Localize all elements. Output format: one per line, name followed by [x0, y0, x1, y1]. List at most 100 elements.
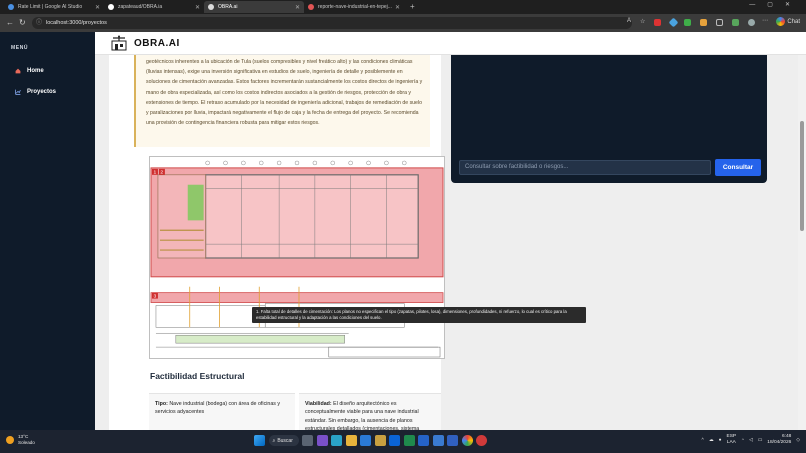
- extension-diamond-icon[interactable]: [668, 17, 679, 28]
- clock[interactable]: 6:48 18/04/2026: [767, 434, 791, 446]
- battery-icon[interactable]: ▭: [758, 438, 763, 443]
- windows-start-icon[interactable]: [254, 435, 265, 446]
- chat-panel: Consultar sobre factibilidad o riesgos..…: [451, 55, 767, 183]
- tab-obra-ai[interactable]: OBRA.ai ✕: [204, 1, 304, 13]
- chat-label: Chat: [787, 18, 800, 25]
- app-page: MENÚ Home Proyectos OBRA.AI geotécnicos …: [0, 32, 806, 430]
- copilot-app-icon[interactable]: [316, 435, 328, 446]
- pdf-favicon-icon: [308, 4, 314, 10]
- financial-risk-note: geotécnicos inherentes a la ubicación de…: [134, 55, 430, 147]
- sidebar: MENÚ Home Proyectos: [0, 32, 95, 430]
- read-aloud-icon[interactable]: A: [627, 18, 634, 25]
- viabilidad-label: Viabilidad:: [305, 401, 332, 407]
- vscode-icon[interactable]: [360, 435, 371, 446]
- windows-taskbar: 13°C Soleado ⌕ Buscar ^ ☁ ● ESP LAA ◔ ◁: [0, 430, 806, 453]
- new-tab-button[interactable]: +: [410, 2, 415, 12]
- extension-green-icon[interactable]: [732, 19, 739, 26]
- address-bar: ← ↻ ⓘ localhost:3000/proyectos A ☆ ⋯ Cha…: [0, 14, 806, 32]
- volume-icon[interactable]: ◁: [749, 438, 753, 443]
- taskbar-search[interactable]: ⌕ Buscar: [268, 435, 299, 446]
- tab-ai-studio[interactable]: Rate Limit | Google AI Studio ✕: [4, 1, 104, 13]
- tab-reporte-pdf[interactable]: reporte-nave-industrial-en-tepej... ✕: [304, 1, 404, 13]
- tab-github-repo[interactable]: zapateaud/OBRA.ia ✕: [104, 1, 204, 13]
- chrome-icon[interactable]: [461, 435, 473, 446]
- extensions-puzzle-icon[interactable]: [716, 19, 723, 26]
- browser-tab-strip: Rate Limit | Google AI Studio ✕ zapateau…: [0, 0, 806, 14]
- consult-button[interactable]: Consultar: [715, 159, 761, 176]
- task-view-icon[interactable]: [302, 435, 313, 446]
- close-tab-icon[interactable]: ✕: [395, 4, 400, 11]
- cloud-icon[interactable]: ☁: [709, 438, 714, 443]
- copilot-icon: [776, 17, 786, 26]
- sidebar-item-proyectos[interactable]: Proyectos: [15, 89, 56, 95]
- crane-logo-icon: [111, 35, 127, 51]
- taskbar-apps: ⌕ Buscar: [254, 435, 487, 446]
- profile-avatar-icon[interactable]: [748, 19, 755, 26]
- sun-icon: [6, 436, 14, 444]
- lang-layout: LAA: [726, 440, 736, 445]
- github-favicon-icon: [108, 4, 114, 10]
- extension-red-icon[interactable]: [654, 19, 661, 26]
- app-yellow-icon[interactable]: [374, 435, 386, 446]
- language-indicator[interactable]: ESP LAA: [727, 434, 737, 446]
- edge-browser-icon[interactable]: [331, 435, 342, 446]
- weather-widget[interactable]: 13°C Soleado: [6, 434, 35, 446]
- tab-label: zapateaud/OBRA.ia: [118, 4, 163, 10]
- more-menu-icon[interactable]: ⋯: [762, 17, 769, 24]
- url-text: localhost:3000/proyectos: [46, 20, 107, 26]
- tab-label: OBRA.ai: [218, 4, 238, 10]
- card-tipo: Tipo: Nave industrial (bodega) con área …: [149, 393, 295, 430]
- url-input[interactable]: ⓘ localhost:3000/proyectos: [32, 17, 632, 29]
- weather-condition: Soleado: [18, 440, 35, 445]
- menu-label: MENÚ: [11, 45, 29, 51]
- report-column: geotécnicos inherentes a la ubicación de…: [109, 55, 445, 430]
- tab-label: Rate Limit | Google AI Studio: [18, 4, 83, 10]
- reload-icon[interactable]: ↻: [19, 18, 26, 27]
- app-red-icon[interactable]: [476, 435, 487, 446]
- obra-favicon-icon: [208, 4, 214, 10]
- extension-yellow-icon[interactable]: [700, 19, 707, 26]
- sidebar-item-label: Proyectos: [27, 89, 57, 95]
- close-tab-icon[interactable]: ✕: [295, 4, 300, 11]
- scrollbar-thumb[interactable]: [800, 121, 804, 231]
- window-controls[interactable]: —▢✕: [749, 1, 802, 8]
- tab-label: reporte-nave-industrial-en-tepej...: [318, 4, 392, 10]
- chevron-up-icon[interactable]: ^: [702, 438, 704, 443]
- sidebar-item-home[interactable]: Home: [15, 68, 44, 74]
- risk-note-text: geotécnicos inherentes a la ubicación de…: [146, 59, 423, 127]
- notification-bell-icon[interactable]: ◇: [796, 438, 800, 443]
- excel-icon[interactable]: [403, 435, 415, 446]
- photos-icon[interactable]: [432, 435, 444, 446]
- search-label: Buscar: [277, 437, 293, 444]
- app-header: OBRA.AI: [95, 32, 806, 55]
- mic-icon[interactable]: ●: [719, 438, 722, 443]
- back-arrow-icon[interactable]: ←: [6, 18, 14, 27]
- site-info-icon[interactable]: ⓘ: [36, 17, 42, 29]
- risk-tooltip: 1. Falta total de detalles de cimentació…: [252, 307, 586, 323]
- risk-marker-3-label: 3: [153, 293, 156, 299]
- favorite-star-icon[interactable]: ☆: [640, 18, 647, 25]
- architectural-plan-image[interactable]: 1 2 3: [149, 156, 445, 359]
- sidebar-item-label: Home: [27, 68, 44, 74]
- teams-icon[interactable]: [447, 435, 458, 446]
- main-content: geotécnicos inherentes a la ubicación de…: [95, 55, 798, 430]
- section-title-factibilidad: Factibilidad Estructural: [150, 371, 245, 381]
- outlook-icon[interactable]: [418, 435, 429, 446]
- extension-green-check-icon[interactable]: [684, 19, 691, 26]
- close-tab-icon[interactable]: ✕: [195, 4, 200, 11]
- home-icon: [15, 68, 21, 74]
- close-tab-icon[interactable]: ✕: [95, 4, 100, 11]
- copilot-chat-button[interactable]: Chat: [776, 17, 800, 26]
- ai-studio-favicon-icon: [8, 4, 14, 10]
- tipo-text: Nave industrial (bodega) con área de ofi…: [155, 401, 281, 416]
- wifi-icon[interactable]: ◔: [741, 438, 744, 443]
- page-scrollbar[interactable]: [798, 55, 806, 430]
- card-viabilidad: Viabilidad: El diseño arquitectónico es …: [299, 393, 441, 430]
- search-icon: ⌕: [272, 437, 276, 444]
- system-tray: ^ ☁ ● ESP LAA ◔ ◁ ▭ 6:48 18/04/2026 ◇: [702, 434, 800, 446]
- file-explorer-icon[interactable]: [345, 435, 357, 446]
- clock-date: 18/04/2026: [767, 440, 792, 445]
- consult-input[interactable]: Consultar sobre factibilidad o riesgos..…: [459, 160, 711, 175]
- store-icon[interactable]: [389, 435, 400, 446]
- risk-marker-1-label: 1: [153, 170, 156, 176]
